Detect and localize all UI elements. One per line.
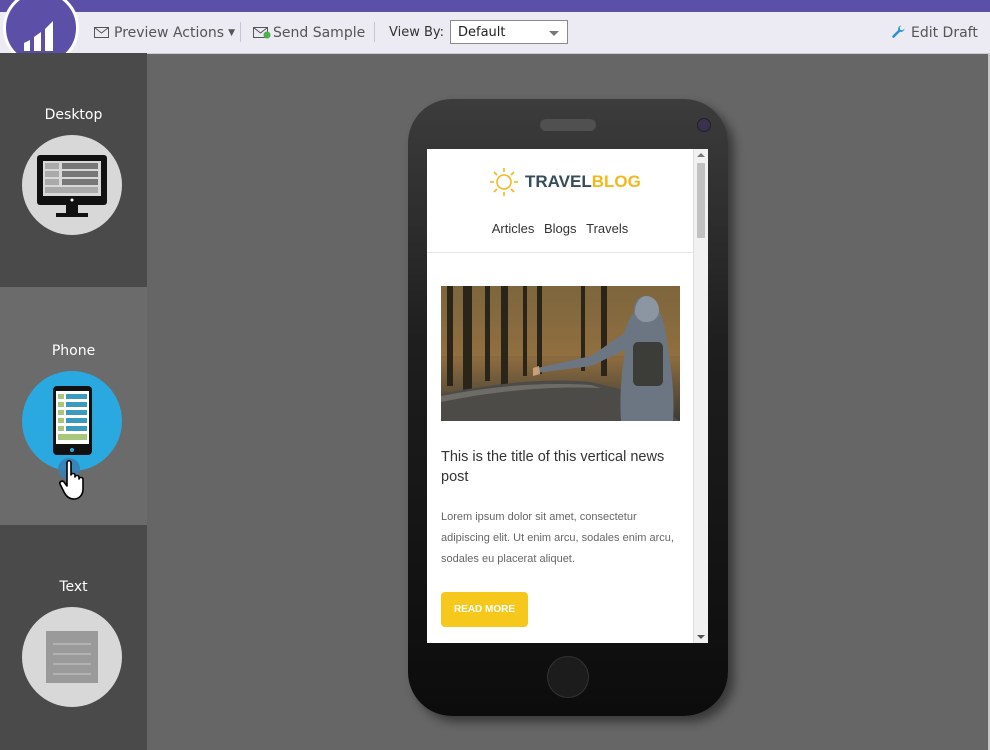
view-label-text: Text: [59, 579, 88, 595]
dropdown-arrow-icon: [549, 31, 559, 36]
scroll-thumb[interactable]: [697, 163, 705, 238]
view-by-select[interactable]: Default: [450, 20, 568, 44]
post-title: This is the title of this vertical news …: [441, 449, 665, 485]
view-option-phone[interactable]: Phone: [0, 287, 147, 525]
phone-icon: [22, 371, 122, 471]
desktop-icon: [22, 135, 122, 235]
send-sample-label: Send Sample: [273, 24, 366, 41]
read-more-button[interactable]: READ MORE: [441, 592, 528, 627]
preview-actions-label: Preview Actions: [114, 24, 225, 41]
nav-link-travels[interactable]: Travels: [586, 221, 628, 236]
text-doc-icon: [22, 607, 122, 707]
view-by-value: Default: [458, 24, 506, 40]
scroll-down-arrow-icon[interactable]: [697, 635, 705, 639]
email-preview-screen[interactable]: TRAVEL BLOG Articles Blogs Travels This …: [427, 149, 708, 643]
send-mail-icon: [253, 26, 271, 39]
nav-link-blogs[interactable]: Blogs: [544, 221, 577, 236]
view-by-label: View By:: [389, 25, 445, 40]
view-option-text[interactable]: Text: [0, 525, 147, 750]
edit-draft-button[interactable]: Edit Draft: [891, 12, 978, 53]
toolbar: Preview Actions ▼ Send Sample View By: D…: [0, 0, 990, 54]
view-option-desktop[interactable]: Desktop: [0, 53, 147, 289]
email-nav: Articles Blogs Travels: [427, 221, 693, 236]
caret-down-icon: ▼: [228, 27, 236, 38]
wrench-icon: [891, 25, 906, 40]
phone-speaker: [540, 119, 596, 131]
preview-scrollbar[interactable]: [693, 149, 708, 643]
logo-text-blog: BLOG: [591, 172, 641, 191]
preview-actions-button[interactable]: Preview Actions ▼: [94, 12, 235, 53]
scroll-up-arrow-icon[interactable]: [697, 153, 705, 157]
app-logo: [3, 0, 83, 54]
nav-divider: [427, 252, 693, 253]
phone-home-button: [547, 656, 589, 698]
nav-link-articles[interactable]: Articles: [492, 221, 535, 236]
top-brand-strip: [0, 0, 990, 12]
view-label-phone: Phone: [51, 343, 96, 359]
post-body: Lorem ipsum dolor sit amet, consectetur …: [441, 511, 674, 565]
travel-blog-logo: TRAVEL BLOG: [489, 167, 641, 197]
toolbar-divider: [240, 22, 241, 42]
logo-bars-icon: [24, 21, 53, 51]
edit-draft-label: Edit Draft: [911, 24, 978, 41]
sun-icon: [489, 167, 519, 197]
logo-text-travel: TRAVEL: [525, 172, 592, 191]
pointer-hand-cursor-icon: [55, 457, 95, 502]
hero-image-hitchhiker: [441, 286, 680, 421]
view-label-desktop: Desktop: [44, 107, 103, 123]
phone-camera: [697, 118, 711, 132]
send-sample-button[interactable]: Send Sample: [253, 12, 365, 53]
envelope-icon: [94, 27, 109, 38]
toolbar-divider: [374, 22, 375, 42]
